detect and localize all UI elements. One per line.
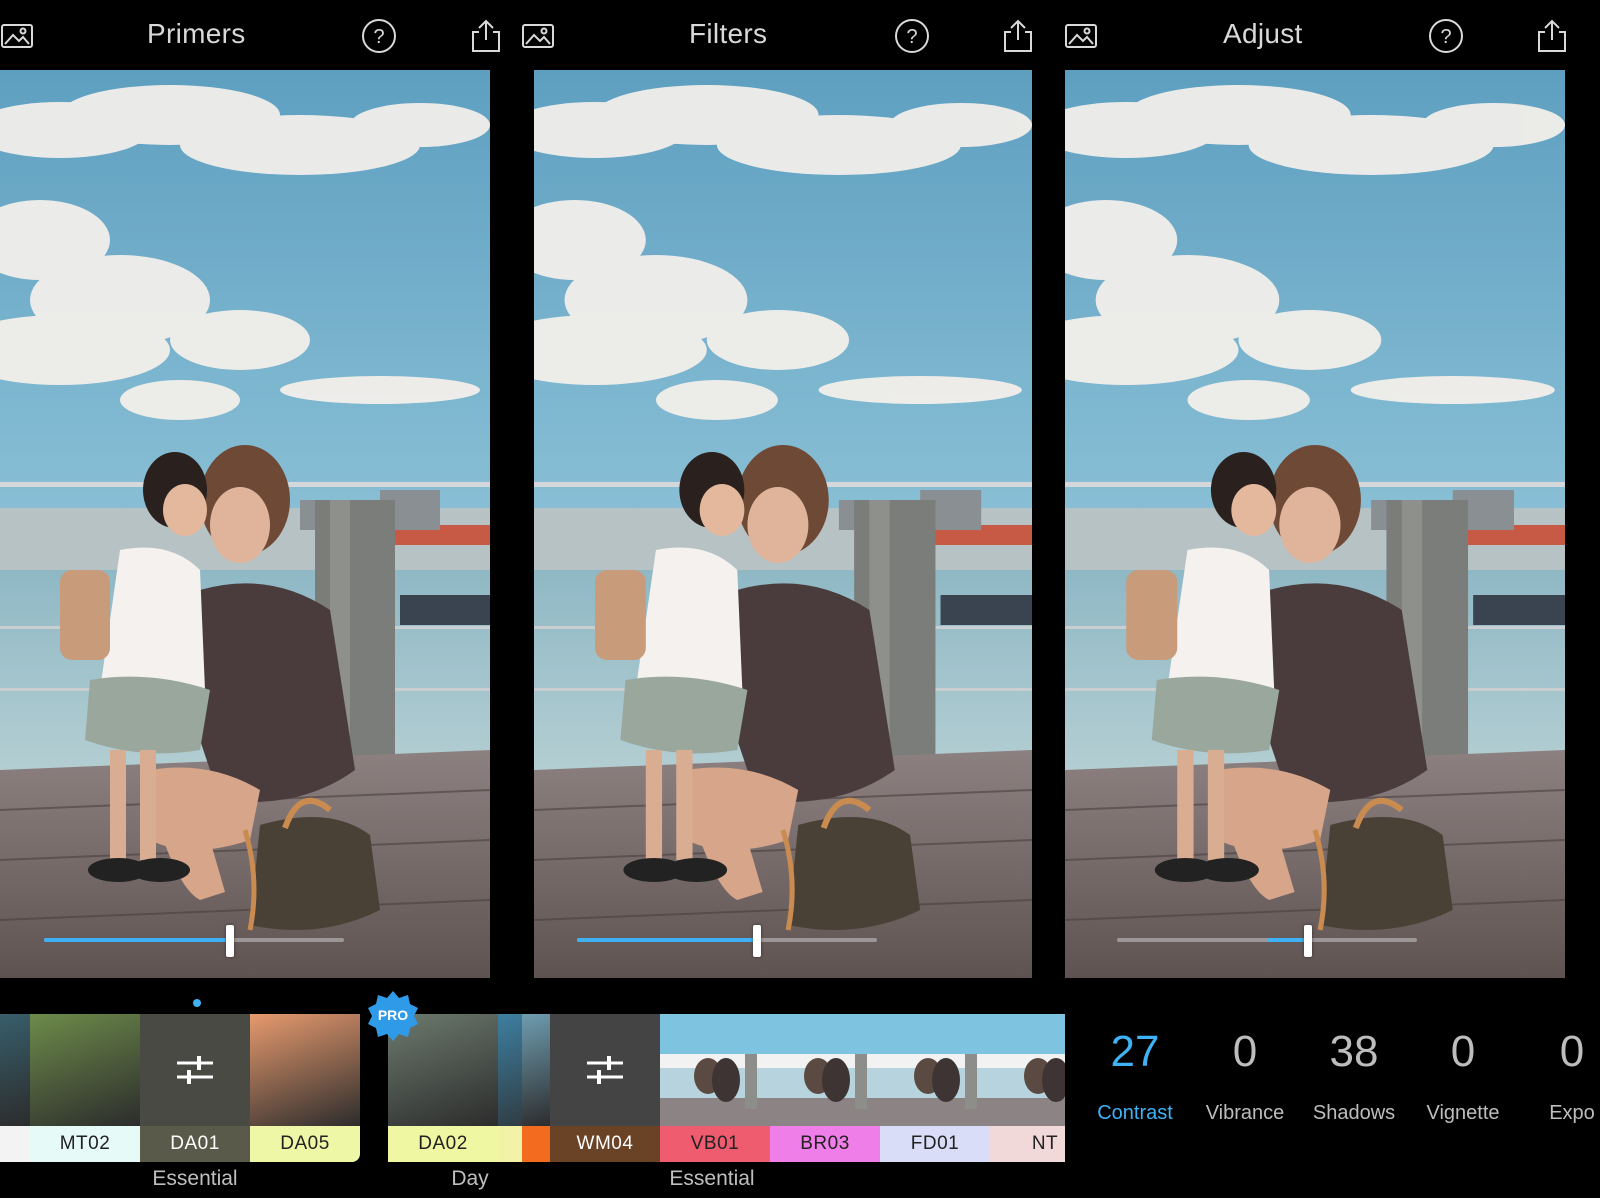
filter-code-label — [498, 1126, 522, 1162]
adjust-item-contrast[interactable]: 27 Contrast — [1080, 1030, 1190, 1125]
adjust-label: Contrast — [1097, 1102, 1173, 1124]
filter-code-label — [0, 1126, 30, 1162]
adjust-item-vignette[interactable]: 0 Vignette — [1408, 1030, 1518, 1125]
adjust-label: Vibrance — [1205, 1102, 1285, 1124]
adjust-value: 0 — [1232, 1027, 1258, 1076]
filter-thumbnail — [498, 1014, 522, 1126]
image-gallery-icon[interactable] — [1065, 17, 1100, 55]
filter-thumbnail — [30, 1014, 140, 1126]
filter-code-label: MT02 — [30, 1126, 140, 1162]
page-title: Adjust — [1223, 18, 1303, 49]
adjust-value: 0 — [1450, 1027, 1476, 1076]
slider-thumb[interactable] — [1303, 925, 1312, 957]
primer-strip: MT02 DA01 DA05 DA02 — [0, 1014, 522, 1162]
group-label-day[interactable]: Day — [410, 1167, 522, 1191]
filter-thumbnail — [660, 1014, 770, 1126]
adjust-panel: Adjust ? 27 Contrast 0 Vibrance 38 Shadows 0 Vi… — [1065, 0, 1600, 1198]
slider-fill — [577, 938, 757, 942]
page-title: Filters — [689, 18, 768, 49]
filters-panel: Filters ? WM04 VB01 BR03 FD01 NT Essential — [522, 0, 1065, 1198]
slider-thumb[interactable] — [753, 925, 761, 957]
filter-tile[interactable] — [498, 1014, 522, 1162]
filter-code-label: BR03 — [770, 1126, 880, 1162]
filter-tile[interactable] — [0, 1014, 30, 1162]
filter-thumbnail — [0, 1014, 30, 1126]
filter-thumbnail — [250, 1014, 360, 1126]
strength-slider[interactable] — [577, 925, 877, 957]
adjust-value: 27 — [1110, 1027, 1160, 1076]
adjust-label: Shadows — [1312, 1102, 1396, 1124]
primers-topbar: Primers ? — [0, 0, 522, 70]
image-gallery-icon[interactable] — [522, 17, 557, 55]
filter-code-label: FD01 — [880, 1126, 990, 1162]
photo-preview[interactable] — [1065, 70, 1565, 978]
image-gallery-icon[interactable] — [0, 17, 36, 55]
svg-text:?: ? — [906, 26, 917, 48]
strength-slider[interactable] — [44, 925, 344, 957]
photo-preview[interactable] — [0, 70, 490, 978]
adjust-item-expo[interactable]: 0 Expo — [1517, 1030, 1600, 1125]
question-circle-icon[interactable]: ? — [1427, 17, 1465, 55]
group-label-essential[interactable]: Essential — [637, 1167, 787, 1191]
filter-thumbnail — [770, 1014, 880, 1126]
filter-thumbnail — [522, 1014, 550, 1126]
slider-fill — [44, 938, 230, 942]
slider-thumb[interactable] — [226, 925, 234, 957]
filter-tile[interactable]: DA01 — [140, 1014, 250, 1162]
question-circle-icon[interactable]: ? — [893, 17, 931, 55]
filter-code-label: VB01 — [660, 1126, 770, 1162]
filter-thumbnail — [990, 1014, 1065, 1126]
page-title: Primers — [147, 18, 246, 49]
share-upload-icon[interactable] — [467, 17, 505, 55]
filter-tile[interactable] — [522, 1014, 550, 1162]
adjust-value: 38 — [1329, 1027, 1379, 1076]
adjust-value: 0 — [1559, 1027, 1585, 1076]
primers-panel: Primers ? MT02 DA01 DA05 DA02 PRO Essential… — [0, 0, 522, 1198]
question-circle-icon[interactable]: ? — [360, 17, 398, 55]
filter-code-label: DA05 — [250, 1126, 360, 1162]
filter-thumbnail — [550, 1014, 660, 1126]
filters-topbar: Filters ? — [522, 0, 1065, 70]
filter-tile[interactable]: WM04 — [550, 1014, 660, 1162]
contrast-slider[interactable] — [1117, 925, 1417, 957]
filter-code-label: NT — [990, 1126, 1065, 1162]
filter-tile[interactable]: NT — [990, 1014, 1065, 1162]
filter-tile[interactable]: DA05 — [250, 1014, 360, 1162]
sliders-icon — [587, 1056, 623, 1084]
filter-code-label: WM04 — [550, 1126, 660, 1162]
adjust-topbar: Adjust ? — [1065, 0, 1600, 70]
filter-thumbnail — [880, 1014, 990, 1126]
sliders-icon — [177, 1056, 213, 1084]
adjust-item-shadows[interactable]: 38 Shadows — [1299, 1030, 1409, 1125]
filter-code-label — [522, 1126, 550, 1162]
pro-badge: PRO — [367, 990, 419, 1042]
pro-badge-label: PRO — [377, 1007, 409, 1023]
selected-indicator-dot — [193, 999, 201, 1007]
group-label-essential[interactable]: Essential — [120, 1167, 270, 1191]
filter-code-label: DA01 — [140, 1126, 250, 1162]
filter-tile[interactable]: MT02 — [30, 1014, 140, 1162]
filter-tile[interactable]: FD01 — [880, 1014, 990, 1162]
share-upload-icon[interactable] — [1533, 17, 1571, 55]
slider-fill — [1267, 938, 1308, 942]
filter-tile[interactable]: BR03 — [770, 1014, 880, 1162]
filter-tile[interactable]: VB01 — [660, 1014, 770, 1162]
adjust-label: Vignette — [1426, 1102, 1500, 1124]
photo-preview[interactable] — [534, 70, 1032, 978]
adjust-item-vibrance[interactable]: 0 Vibrance — [1190, 1030, 1300, 1125]
filter-strip: WM04 VB01 BR03 FD01 NT — [522, 1014, 1065, 1162]
share-upload-icon[interactable] — [999, 17, 1037, 55]
svg-text:?: ? — [373, 26, 384, 48]
adjust-label: Expo — [1549, 1102, 1595, 1124]
svg-text:?: ? — [1440, 26, 1451, 48]
filter-code-label: DA02 — [388, 1126, 498, 1162]
filter-thumbnail — [140, 1014, 250, 1126]
